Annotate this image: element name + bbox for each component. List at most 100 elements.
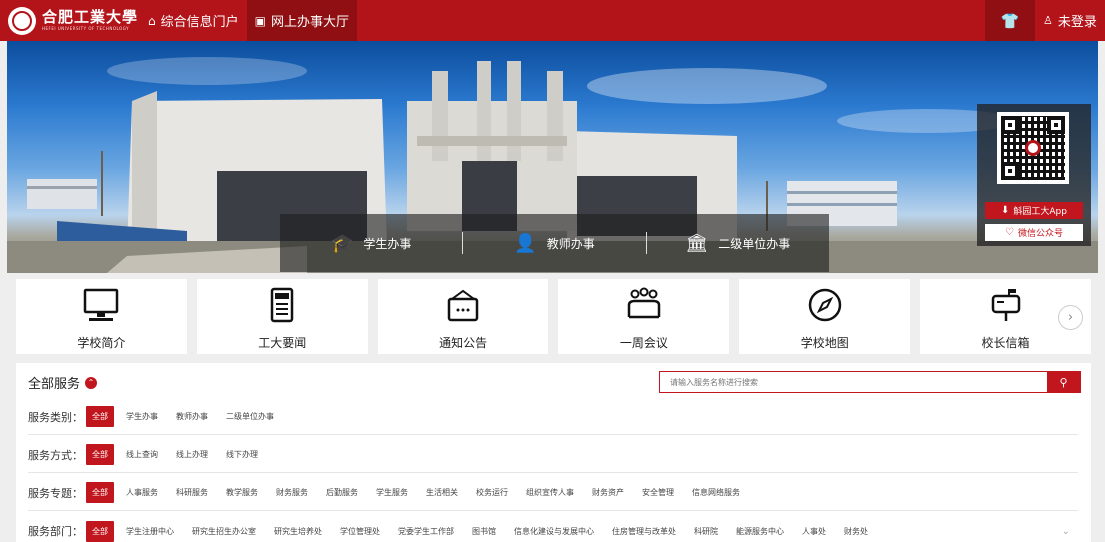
filter-option[interactable]: 学位管理处 [340,526,380,537]
notice-board-icon [447,289,479,322]
chevron-right-icon: › [1067,310,1074,325]
wechat-account-button[interactable]: ♡ 微信公众号 [985,224,1083,241]
filter-option[interactable]: 财务处 [844,526,868,537]
filter-option[interactable]: 能源服务中心 [736,526,784,537]
filter-option[interactable]: 安全管理 [642,487,674,498]
login-button[interactable]: ♙ 未登录 [1035,0,1105,41]
filter-option[interactable]: 后勤服务 [326,487,358,498]
filter-option[interactable]: 人事处 [802,526,826,537]
wechat-account-label: 微信公众号 [1017,229,1063,239]
home-icon: ⌂ [148,13,156,28]
filter-option[interactable]: 住房管理与改革处 [612,526,676,537]
campus-banner: 🎓 学生办事 👤 教师办事 🏛 二级单位办事 ⬇ 斛园工大App ♡ 微信公众号 [7,41,1098,273]
filter-row-department: 服务部门： 全部 学生注册中心 研究生招生办公室 研究生培养处 学位管理处 党委… [28,513,1078,542]
filter-label: 服务部门： [28,525,83,538]
service-search-input[interactable] [660,372,1047,392]
filter-option[interactable]: 信息网络服务 [692,487,740,498]
filter-option[interactable]: 线下办理 [226,449,258,460]
skin-theme-button[interactable]: 👕 [985,0,1035,41]
cloud-download-icon: ⬇ [1001,205,1010,216]
heart-icon: ♡ [1005,227,1014,238]
chevron-down-icon[interactable]: ⌄ [1062,526,1070,537]
filter-option[interactable]: 全部 [86,444,114,465]
filter-option[interactable]: 人事服务 [126,487,158,498]
monitor-icon: ▣ [254,13,266,28]
card-label: 校长信箱 [981,336,1030,350]
app-download-label: 斛园工大App [1013,207,1067,217]
filter-option[interactable]: 研究生培养处 [274,526,322,537]
graduation-cap-icon: 🎓 [330,232,354,254]
role-service-bar: 🎓 学生办事 👤 教师办事 🏛 二级单位办事 [280,214,829,272]
filter-option[interactable]: 学生注册中心 [126,526,174,537]
app-qr-panel: ⬇ 斛园工大App ♡ 微信公众号 [977,104,1091,246]
filter-option[interactable]: 全部 [86,406,114,427]
card-label: 工大要闻 [258,336,307,350]
services-title: 全部服务 [28,377,81,392]
card-news[interactable]: 工大要闻 [196,279,368,354]
filter-option[interactable]: 线上办理 [176,449,208,460]
filter-option[interactable]: 财务资产 [592,487,624,498]
filter-option[interactable]: 图书馆 [472,526,496,537]
login-label: 未登录 [1057,15,1097,30]
role-student-label: 学生办事 [363,236,412,251]
services-header: 全部服务 ⌃ [28,373,98,392]
filter-option[interactable]: 学生服务 [376,487,408,498]
filter-row-method: 服务方式： 全部 线上查询 线上办理 线下办理 [28,437,1078,473]
card-weekly-meetings[interactable]: 一周会议 [558,279,730,354]
nav-info-portal-label: 综合信息门户 [160,15,239,30]
role-teacher-label: 教师办事 [546,236,595,251]
filter-option[interactable]: 科研院 [694,526,718,537]
filter-label: 服务专题： [28,486,83,500]
role-department-label: 二级单位办事 [718,236,791,251]
filter-option[interactable]: 二级单位办事 [226,411,274,422]
newspaper-icon [270,287,294,323]
nav-online-service-hall[interactable]: ▣ 网上办事大厅 [246,0,357,41]
filter-option[interactable]: 全部 [86,520,114,542]
filter-label: 服务方式： [28,448,83,462]
quick-access-cards: 学校简介 工大要闻 通知公告 一周会议 学校地图 校长信箱 [16,279,1091,354]
filter-option[interactable]: 生活相关 [426,487,458,498]
logo-english-name: HEFEI UNIVERSITY OF TECHNOLOGY [42,26,130,31]
filter-option[interactable]: 科研服务 [176,487,208,498]
university-emblem-icon [1025,140,1041,156]
mailbox-icon [991,289,1020,321]
meeting-icon [627,287,661,319]
university-logo[interactable]: 合肥工業大學 HEFEI UNIVERSITY OF TECHNOLOGY [0,0,140,41]
filter-option[interactable]: 学生办事 [126,411,158,422]
university-emblem-icon [8,6,36,35]
compass-icon [808,288,841,322]
filter-row-category: 服务类别： 全部 学生办事 教师办事 二级单位办事 [28,399,1078,435]
card-school-intro[interactable]: 学校简介 [16,279,187,354]
filter-label: 服务类别： [28,410,83,424]
collapse-toggle-icon[interactable]: ⌃ [85,376,98,389]
cards-next-button[interactable]: › [1058,305,1083,330]
role-teacher[interactable]: 👤 教师办事 [463,233,645,254]
filter-option[interactable]: 财务服务 [276,487,308,498]
top-navigation-bar: 合肥工業大學 HEFEI UNIVERSITY OF TECHNOLOGY ⌂ … [0,0,1105,41]
logo-chinese-name: 合肥工業大學 [42,8,139,26]
filter-option[interactable]: 信息化建设与发展中心 [514,526,594,537]
filter-option[interactable]: 全部 [86,482,114,503]
monitor-icon [84,288,119,321]
card-notices[interactable]: 通知公告 [377,279,549,354]
filter-option[interactable]: 教学服务 [226,487,258,498]
teacher-icon: 👤 [514,232,537,254]
filter-option[interactable]: 校务运行 [476,487,508,498]
qr-code-image [997,112,1069,184]
role-department[interactable]: 🏛 二级单位办事 [647,233,829,254]
card-label: 通知公告 [439,336,488,350]
filter-option[interactable]: 组织宣传人事 [526,487,574,498]
filter-option[interactable]: 教师办事 [176,411,208,422]
building-gear-icon: 🏛 [685,232,709,254]
filter-option[interactable]: 党委学生工作部 [398,526,454,537]
card-label: 学校简介 [77,336,126,350]
filter-option[interactable]: 线上查询 [126,449,158,460]
search-button[interactable]: ⚲ [1047,372,1080,392]
search-icon: ⚲ [1059,375,1068,389]
role-student[interactable]: 🎓 学生办事 [280,233,462,254]
card-campus-map[interactable]: 学校地图 [739,279,911,354]
nav-info-portal[interactable]: ⌂ 综合信息门户 [140,0,247,41]
app-download-button[interactable]: ⬇ 斛园工大App [985,202,1083,219]
filter-row-topic: 服务专题： 全部 人事服务 科研服务 教学服务 财务服务 后勤服务 学生服务 生… [28,475,1078,511]
filter-option[interactable]: 研究生招生办公室 [192,526,256,537]
